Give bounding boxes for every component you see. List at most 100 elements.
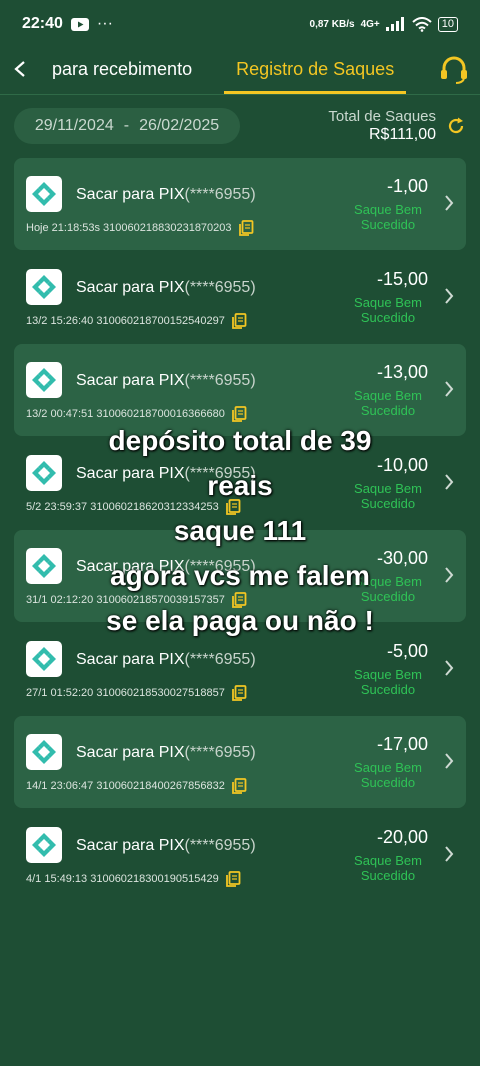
headset-support-icon[interactable] (438, 54, 470, 86)
network-speed: 0,87 KB/s (309, 18, 355, 30)
status-line: Sucedido (360, 310, 416, 325)
pix-icon (26, 362, 62, 398)
copy-icon[interactable] (231, 685, 247, 701)
status-line: Saque Bem (354, 295, 422, 310)
clock: 22:40 (22, 15, 63, 32)
withdrawal-amount: -15,00 (376, 269, 428, 289)
row-meta: Hoje 21:18:53s 310060218830231870203 (26, 220, 254, 236)
filter-row: 29/11/2024 - 26/02/2025 Total de Saques … (14, 108, 466, 148)
pix-icon (26, 176, 62, 212)
status-text: Saque Bem Sucedido (348, 667, 428, 697)
status-line: Saque Bem (354, 853, 422, 868)
row-meta: 14/1 23:06:47 310060218400267856832 (26, 778, 247, 794)
chevron-right-icon (444, 194, 454, 218)
date-range-picker[interactable]: 29/11/2024 - 26/02/2025 (14, 108, 240, 144)
transaction-info: Hoje 21:18:53s 310060218830231870203 (26, 222, 232, 234)
withdrawal-row[interactable]: Sacar para PIX(****6955) 13/2 15:26:40 3… (14, 251, 466, 343)
youtube-icon (70, 17, 89, 31)
status-bar: 22:40 ··· 0,87 KB/s 4G+ 10 (0, 0, 480, 48)
copy-icon[interactable] (231, 778, 247, 794)
withdrawal-row[interactable]: Sacar para PIX(****6955) Hoje 21:18:53s … (14, 158, 466, 250)
transaction-info: 4/1 15:49:13 310060218300190515429 (26, 873, 219, 885)
row-title: Sacar para PIX(****6955) (76, 186, 256, 204)
date-separator: - (123, 117, 130, 134)
withdrawal-row[interactable]: Sacar para PIX(****6955) 4/1 15:49:13 31… (14, 809, 466, 901)
withdrawal-row[interactable]: Sacar para PIX(****6955) 14/1 23:06:47 3… (14, 716, 466, 808)
start-date: 29/11/2024 (34, 117, 114, 134)
row-title-text: Sacar para PIX (76, 837, 185, 854)
withdrawal-amount: -13,00 (376, 362, 428, 382)
status-line: Saque Bem (354, 760, 422, 775)
caption-line: saque 111 (173, 515, 307, 546)
status-line: Saque Bem (354, 388, 422, 403)
status-line: Sucedido (360, 217, 416, 232)
status-line: Sucedido (360, 403, 416, 418)
row-title: Sacar para PIX(****6955) (76, 651, 256, 669)
masked-account: (****6955) (184, 279, 256, 296)
row-title-text: Sacar para PIX (76, 186, 185, 203)
battery-icon: 10 (437, 16, 458, 32)
status-text: Saque Bem Sucedido (348, 202, 428, 232)
status-text: Saque Bem Sucedido (348, 760, 428, 790)
pix-icon (26, 641, 62, 677)
row-title-text: Sacar para PIX (76, 651, 185, 668)
row-meta: 13/2 15:26:40 310060218700152540297 (26, 313, 247, 329)
top-tabs: para recebimento Registro de Saques (0, 48, 480, 95)
total-value: R$111,00 (368, 126, 436, 143)
status-line: Sucedido (360, 868, 416, 883)
pix-icon (26, 734, 62, 770)
wifi-icon (412, 16, 432, 32)
caption-line: agora vcs me falem (110, 560, 370, 591)
chevron-right-icon (444, 380, 454, 404)
pix-icon (26, 827, 62, 863)
tab-receive[interactable]: para recebimento (40, 48, 204, 94)
tab-withdrawals[interactable]: Registro de Saques (224, 48, 407, 94)
withdrawal-amount: -20,00 (376, 827, 428, 847)
status-line: Sucedido (360, 682, 416, 697)
row-title: Sacar para PIX(****6955) (76, 372, 256, 390)
masked-account: (****6955) (184, 744, 256, 761)
row-title: Sacar para PIX(****6955) (76, 744, 256, 762)
status-left: 22:40 ··· (22, 15, 113, 33)
masked-account: (****6955) (184, 186, 256, 203)
refresh-icon[interactable] (446, 116, 466, 136)
masked-account: (****6955) (184, 372, 256, 389)
caption-line: se ela paga ou não ! (106, 605, 374, 636)
status-text: Saque Bem Sucedido (348, 853, 428, 883)
transaction-info: 14/1 23:06:47 310060218400267856832 (26, 780, 225, 792)
row-title: Sacar para PIX(****6955) (76, 837, 256, 855)
withdrawal-amount: -17,00 (376, 734, 428, 754)
transaction-info: 27/1 01:52:20 310060218530027518857 (26, 687, 225, 699)
back-icon[interactable] (0, 58, 40, 84)
pix-icon (26, 269, 62, 305)
status-line: Sucedido (360, 775, 416, 790)
network-type: 4G+ (360, 18, 380, 30)
copy-icon[interactable] (238, 220, 254, 236)
copy-icon[interactable] (225, 871, 241, 887)
caption-line: depósito total de 39 (108, 425, 372, 456)
status-text: Saque Bem Sucedido (348, 388, 428, 418)
caption-line: reais (207, 470, 273, 501)
withdrawal-amount: -1,00 (386, 176, 428, 196)
status-text: Saque Bem Sucedido (348, 295, 428, 325)
row-title-text: Sacar para PIX (76, 279, 185, 296)
more-notifications-icon: ··· (96, 15, 113, 32)
chevron-right-icon (444, 845, 454, 869)
row-title-text: Sacar para PIX (76, 372, 185, 389)
status-line: Saque Bem (354, 202, 422, 217)
status-line: Saque Bem (354, 667, 422, 682)
row-meta: 4/1 15:49:13 310060218300190515429 (26, 871, 241, 887)
overlay-caption: depósito total de 39 reais saque 111 ago… (0, 418, 480, 643)
copy-icon[interactable] (231, 313, 247, 329)
masked-account: (****6955) (184, 651, 256, 668)
chevron-right-icon (444, 287, 454, 311)
end-date: 26/02/2025 (139, 117, 220, 134)
row-title-text: Sacar para PIX (76, 744, 185, 761)
signal-icon (385, 17, 404, 31)
row-title: Sacar para PIX(****6955) (76, 279, 256, 297)
total-label: Total de Saques (328, 108, 436, 125)
status-right: 0,87 KB/s 4G+ 10 (309, 16, 458, 32)
transaction-info: 13/2 15:26:40 310060218700152540297 (26, 315, 225, 327)
withdrawal-amount: -5,00 (386, 641, 428, 661)
row-meta: 27/1 01:52:20 310060218530027518857 (26, 685, 247, 701)
